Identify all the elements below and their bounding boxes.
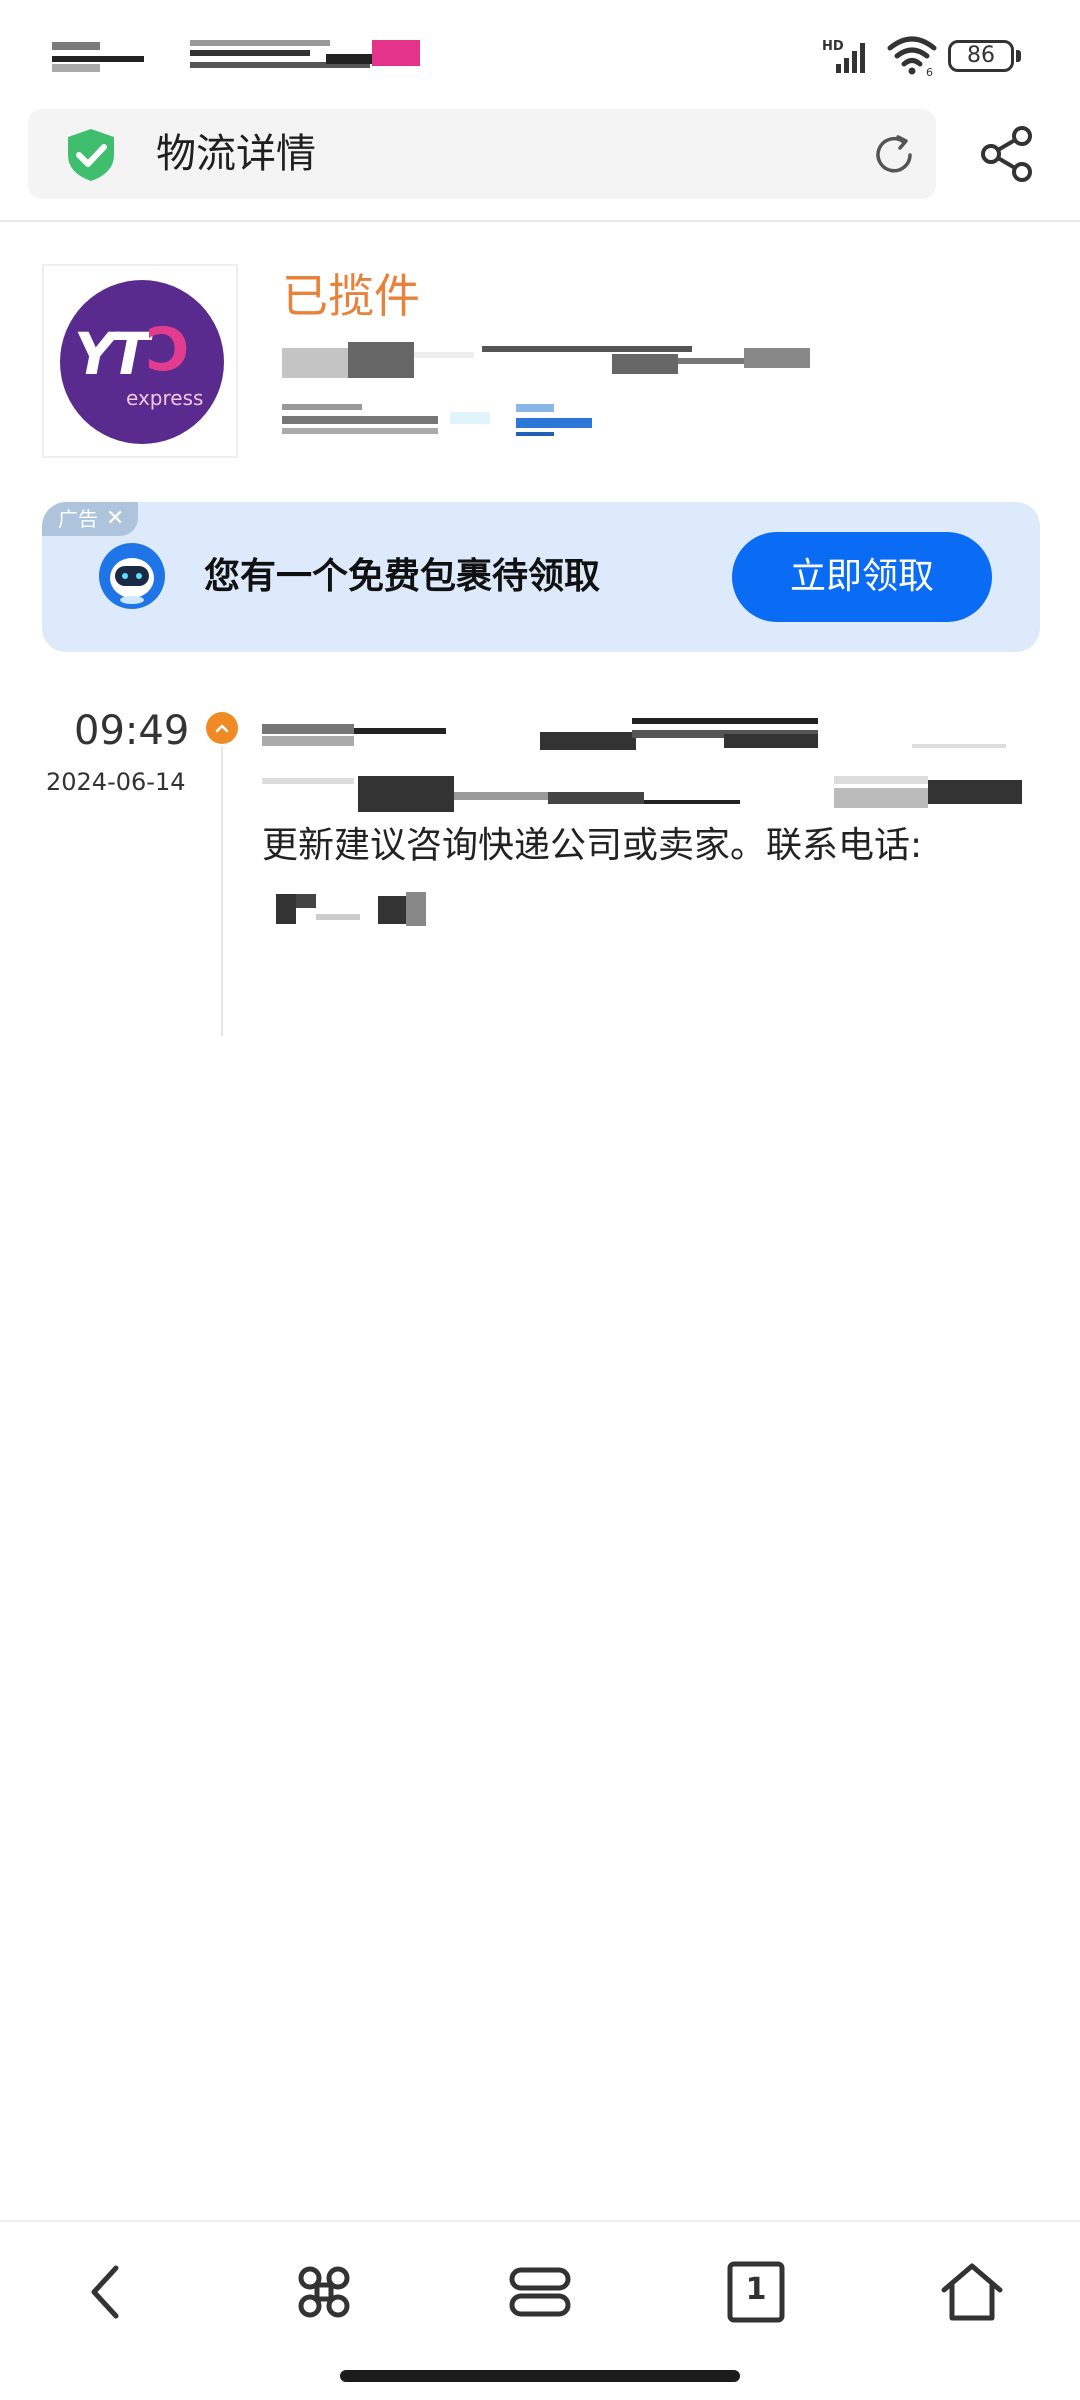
- logo-subtext: express: [126, 386, 204, 410]
- share-icon[interactable]: [978, 124, 1036, 184]
- address-bar[interactable]: 物流详情: [28, 109, 936, 199]
- shield-check-icon: [68, 129, 114, 181]
- carrier-logo-badge: YT Ɔ express: [60, 280, 224, 444]
- ad-banner[interactable]: 广告 ✕ 您有一个免费包裹待领取 立即领取: [42, 502, 1040, 652]
- event-description: 更新建议咨询快递公司或卖家。联系电话:: [262, 825, 923, 866]
- home-indicator[interactable]: [340, 2370, 740, 2382]
- logo-mark: Ɔ: [146, 315, 191, 385]
- battery-indicator: 86: [948, 40, 1014, 72]
- timeline-line: [221, 746, 223, 1036]
- menu-icon[interactable]: [504, 2256, 576, 2328]
- svg-text:6: 6: [926, 66, 933, 76]
- event-date: 2024-06-14: [46, 768, 186, 796]
- logo-text: YT: [74, 320, 150, 388]
- robot-icon: [99, 543, 165, 609]
- close-icon[interactable]: ✕: [106, 504, 124, 534]
- status-bar: HD 6 86: [0, 0, 1080, 100]
- event-time: 09:49: [74, 708, 190, 754]
- signal-icon: HD: [822, 39, 865, 73]
- header-divider: [0, 220, 1080, 222]
- page-title: 物流详情: [156, 131, 316, 177]
- redacted-event-text: [262, 716, 1028, 816]
- claim-button[interactable]: 立即领取: [732, 532, 992, 622]
- redacted-detail-line: [282, 402, 602, 438]
- timeline-dot: [206, 712, 238, 744]
- redacted-tracking-number: [282, 342, 812, 382]
- chevron-up-icon: [215, 724, 229, 733]
- reload-icon[interactable]: [870, 131, 918, 179]
- redacted-phone-number: [276, 890, 442, 930]
- ad-text: 您有一个免费包裹待领取: [204, 556, 601, 597]
- back-icon[interactable]: [72, 2256, 144, 2328]
- wifi-icon: 6: [887, 36, 937, 76]
- tab-count: 1: [745, 2272, 767, 2307]
- tabs-icon[interactable]: 1: [720, 2256, 792, 2328]
- shipment-status: 已揽件: [282, 269, 420, 323]
- home-icon[interactable]: [936, 2256, 1008, 2328]
- nav-divider: [0, 2220, 1080, 2222]
- shortcuts-icon[interactable]: [288, 2256, 360, 2328]
- carrier-logo: YT Ɔ express: [42, 264, 238, 458]
- svg-text:HD: HD: [822, 39, 844, 54]
- battery-tip: [1016, 50, 1021, 62]
